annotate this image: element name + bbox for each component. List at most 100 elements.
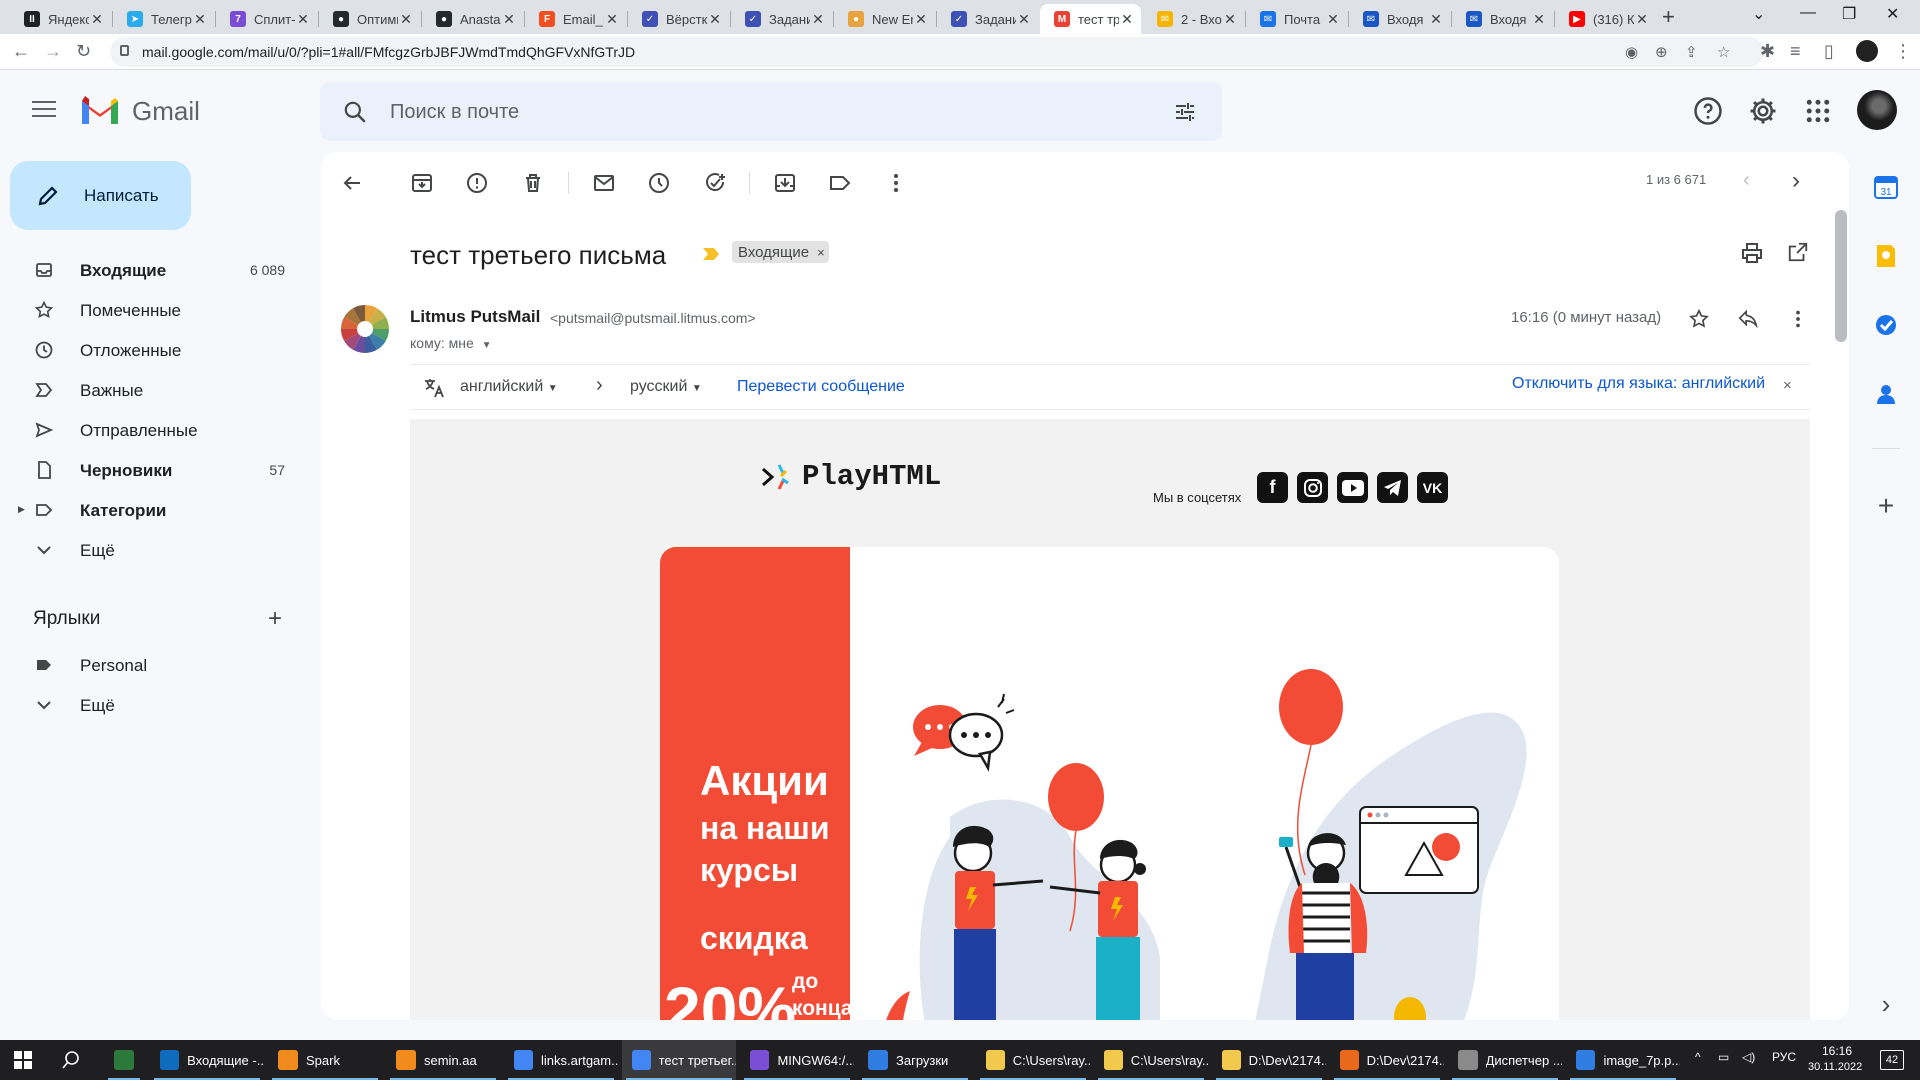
tab-close-icon[interactable]: ✕ [604, 11, 620, 28]
remove-label-icon[interactable]: × [817, 245, 825, 260]
tasks-icon[interactable] [1872, 311, 1900, 339]
taskbar-app[interactable]: semin.aa [386, 1040, 500, 1080]
sidepanel-icon[interactable]: ▯ [1824, 41, 1834, 62]
browser-tab[interactable]: ✓ Задани ✕ [731, 4, 832, 34]
clock-time[interactable]: 16:16 [1822, 1044, 1852, 1058]
sidebar-item-label-filled[interactable]: Personal [0, 647, 300, 683]
more-actions-icon[interactable] [884, 171, 908, 195]
telegram-icon[interactable] [1377, 472, 1408, 503]
translate-message-link[interactable]: Перевести сообщение [737, 378, 905, 396]
help-icon[interactable] [1693, 96, 1723, 126]
clock-date[interactable]: 30.11.2022 [1808, 1061, 1862, 1073]
tab-close-icon[interactable]: ✕ [1531, 11, 1547, 28]
browser-tab[interactable]: 7 Сплит- ✕ [216, 4, 317, 34]
tab-close-icon[interactable]: ✕ [1325, 11, 1341, 28]
main-menu-icon[interactable] [32, 101, 56, 122]
next-message-icon[interactable]: › [1792, 167, 1800, 195]
new-tab-button[interactable]: + [1662, 4, 1675, 30]
minimize-button[interactable]: — [1800, 4, 1816, 22]
add-task-icon[interactable] [703, 171, 727, 195]
tab-close-icon[interactable]: ✕ [913, 11, 929, 28]
browser-tab[interactable]: II Яндекс ✕ [10, 4, 111, 34]
browser-tab[interactable]: ✓ Вёрстк ✕ [628, 4, 729, 34]
facebook-icon[interactable]: f [1257, 472, 1288, 503]
url-text[interactable]: mail.google.com/mail/u/0/?pli=1#all/FMfc… [142, 44, 635, 60]
taskbar-app[interactable]: links.artgam... [504, 1040, 618, 1080]
browser-tab[interactable]: ▶ (316) К ✕ [1555, 4, 1656, 34]
browser-tab[interactable]: ● New Er ✕ [834, 4, 935, 34]
browser-tab[interactable]: ✉ Входя ✕ [1452, 4, 1553, 34]
notifications-badge[interactable]: 42 [1880, 1050, 1904, 1070]
taskbar-app[interactable]: Диспетчер ... [1448, 1040, 1562, 1080]
sender-name[interactable]: Litmus PutsMail [410, 307, 540, 327]
apps-grid-icon[interactable] [1803, 96, 1833, 126]
tab-close-icon[interactable]: ✕ [707, 11, 723, 28]
search-bar[interactable]: Поиск в почте [320, 82, 1222, 141]
important-marker-icon[interactable] [702, 247, 720, 261]
get-addons-icon[interactable]: + [1872, 492, 1900, 520]
sidebar-item-send[interactable]: Отправленные [0, 412, 300, 448]
sidebar-item-chevron-down[interactable]: Ещё [0, 687, 300, 723]
taskbar-app[interactable]: D:\Dev\2174... [1330, 1040, 1444, 1080]
tab-close-icon[interactable]: ✕ [295, 11, 311, 28]
recipient-line[interactable]: кому: мне ▼ [410, 335, 492, 351]
calendar-icon[interactable]: 31 [1872, 173, 1900, 201]
print-icon[interactable] [1740, 241, 1764, 265]
message-more-icon[interactable] [1787, 308, 1809, 330]
browser-tab[interactable]: ✉ Почта ✕ [1246, 4, 1347, 34]
gmail-wordmark[interactable]: Gmail [132, 96, 200, 127]
tab-close-icon[interactable]: ✕ [1222, 11, 1238, 28]
mark-unread-icon[interactable] [592, 171, 616, 195]
star-message-icon[interactable] [1688, 308, 1710, 330]
compose-button[interactable]: Написать [10, 161, 191, 230]
reload-icon[interactable]: ↻ [76, 41, 91, 62]
taskbar-app[interactable]: image_7p.p... [1566, 1040, 1680, 1080]
sidebar-item-inbox[interactable]: Входящие 6 089 [0, 252, 300, 288]
tray-chevron-icon[interactable]: ^ [1695, 1050, 1701, 1064]
taskbar-search-icon[interactable] [62, 1051, 80, 1069]
snooze-icon[interactable] [647, 171, 671, 195]
taskbar-app[interactable]: тест третьег... [622, 1040, 736, 1080]
bookmark-star-icon[interactable]: ☆ [1717, 43, 1730, 61]
search-icon[interactable] [342, 99, 368, 125]
sender-avatar[interactable] [340, 304, 390, 354]
keep-icon[interactable] [1872, 242, 1900, 270]
report-spam-icon[interactable] [465, 171, 489, 195]
sidebar-item-label[interactable]: Категории ▶ [0, 492, 300, 528]
tab-close-icon[interactable]: ✕ [1428, 11, 1444, 28]
profile-avatar[interactable] [1856, 40, 1878, 62]
network-icon[interactable]: ▭ [1718, 1050, 1729, 1064]
disable-translate-link[interactable]: Отключить для языка: английский [1512, 375, 1765, 393]
source-language-select[interactable]: английский ▼ [460, 378, 558, 396]
browser-tab[interactable]: ➤ Телеграм✕ [113, 4, 214, 34]
windows-start-icon[interactable] [14, 1051, 32, 1069]
sidebar-item-important[interactable]: Важные [0, 372, 300, 408]
youtube-icon[interactable] [1337, 472, 1368, 503]
address-bar[interactable]: mail.google.com/mail/u/0/?pli=1#all/FMfc… [110, 37, 1764, 67]
sidebar-item-chevron-down[interactable]: Ещё [0, 532, 300, 568]
browser-tab[interactable]: ● Оптими✕ [319, 4, 420, 34]
playhtml-logo[interactable]: PlayHTML [760, 460, 941, 493]
move-to-icon[interactable] [773, 171, 797, 195]
open-new-window-icon[interactable] [1787, 241, 1809, 263]
tab-close-icon[interactable]: ✕ [1119, 11, 1135, 28]
vk-icon[interactable]: VK [1417, 472, 1448, 503]
tab-close-icon[interactable]: ✕ [398, 11, 414, 28]
recipient-details-icon[interactable]: ▼ [482, 340, 492, 351]
browser-tab[interactable]: ✓ Задани ✕ [937, 4, 1038, 34]
taskbar-app[interactable]: C:\Users\ray... [976, 1040, 1090, 1080]
prev-message-icon[interactable]: ‹ [1743, 169, 1750, 192]
browser-tab[interactable]: F Email_I ✕ [525, 4, 626, 34]
forward-icon[interactable]: → [44, 41, 62, 62]
sidebar-item-clock[interactable]: Отложенные [0, 332, 300, 368]
taskbar-app[interactable]: MINGW64:/... [740, 1040, 854, 1080]
tab-close-icon[interactable]: ✕ [89, 11, 105, 28]
browser-tab[interactable]: Mтест тр ✕ [1040, 4, 1141, 34]
taskbar-app[interactable]: C:\Users\ray... [1094, 1040, 1208, 1080]
contacts-icon[interactable] [1872, 380, 1900, 408]
media-icon[interactable]: ≡ [1790, 41, 1801, 62]
search-input[interactable]: Поиск в почте [390, 101, 519, 124]
close-window-button[interactable]: ✕ [1886, 4, 1899, 24]
reply-icon[interactable] [1737, 308, 1759, 330]
tab-search-icon[interactable]: ⌄ [1752, 4, 1765, 24]
